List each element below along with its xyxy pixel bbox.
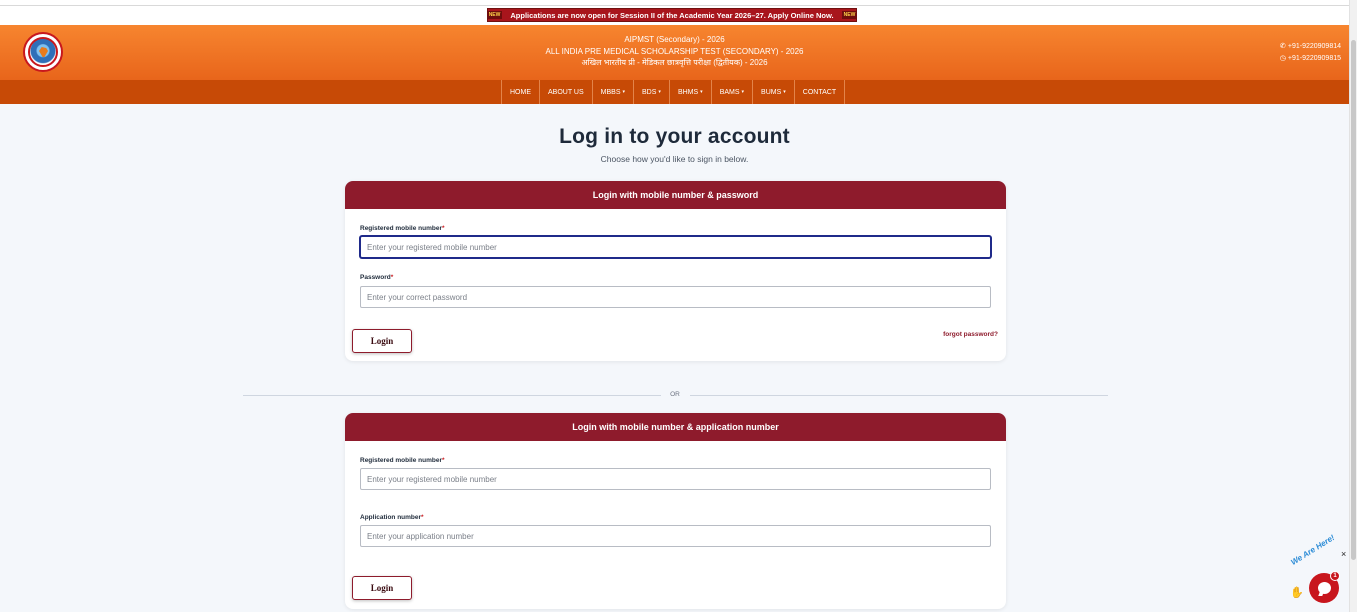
phone-contact[interactable]: ✆ +91-9220909814 — [1280, 41, 1341, 53]
nav-item-about-us[interactable]: ABOUT US — [539, 80, 592, 104]
application-number-input[interactable] — [360, 525, 991, 547]
nav-item-label: BAMS — [719, 88, 740, 96]
nav-item-bds[interactable]: BDS ▾ — [633, 80, 669, 104]
mobile-label: Registered mobile number* — [360, 225, 445, 232]
nav-item-contact[interactable]: CONTACT — [793, 80, 846, 104]
chat-notification-badge: 1 — [1330, 571, 1340, 581]
chevron-down-icon: ▾ — [658, 89, 661, 95]
nav-item-label: ABOUT US — [548, 88, 584, 96]
nav-menu: HOME ABOUT US MBBS ▾ BDS ▾ BHMS ▾ BAMS ▾ BUMS ▾ CONT… — [501, 80, 846, 104]
nav-item-mbbs[interactable]: MBBS ▾ — [591, 80, 633, 104]
chat-ribbon-text[interactable]: We Are Here! — [1289, 533, 1336, 567]
whatsapp-icon: ◷ — [1279, 55, 1286, 62]
header-title-block: AIPMST (Secondary) - 2026 ALL INDIA PRE … — [0, 34, 1349, 69]
mobile-number-input[interactable] — [360, 236, 991, 258]
app-mobile-label: Registered mobile number* — [360, 457, 445, 464]
or-divider-text: OR — [670, 391, 680, 398]
site-header: AIPMST (Secondary) - 2026 ALL INDIA PRE … — [0, 25, 1349, 80]
nav-item-label: BDS — [642, 88, 657, 96]
nav-item-label: MBBS — [600, 88, 621, 96]
page-title: Log in to your account — [559, 125, 790, 148]
nav-item-home[interactable]: HOME — [501, 80, 539, 104]
nav-item-bams[interactable]: BAMS ▾ — [710, 80, 752, 104]
phone-number: +91-9220909814 — [1287, 43, 1341, 50]
nav-item-label: BUMS — [761, 88, 782, 96]
nav-item-label: BHMS — [677, 88, 699, 96]
whatsapp-contact[interactable]: ◷ +91-9220909815 — [1280, 53, 1341, 65]
chevron-down-icon: ▾ — [783, 89, 786, 95]
announcement-ticker[interactable]: NEW Applications are now open for Sessio… — [486, 8, 858, 22]
app-mobile-number-input[interactable] — [360, 468, 991, 490]
password-login-card: Login with mobile number & password Regi… — [345, 181, 1006, 361]
application-login-button[interactable]: Login — [352, 576, 412, 600]
chat-bubble-icon — [1317, 582, 1331, 594]
announcement-text[interactable]: Applications are now open for Session II… — [510, 11, 833, 20]
waving-hand-icon: ✋ — [1290, 587, 1304, 599]
chevron-down-icon: ▾ — [741, 89, 745, 95]
whatsapp-number: +91-9220909815 — [1287, 55, 1341, 62]
password-input[interactable] — [360, 286, 991, 308]
divider-right — [690, 395, 1108, 396]
application-number-label: Application number* — [360, 514, 424, 521]
password-label: Password* — [360, 274, 394, 281]
chevron-down-icon: ▾ — [700, 89, 703, 95]
header-title-line1: AIPMST (Secondary) - 2026 — [624, 35, 725, 44]
nav-item-bhms[interactable]: BHMS ▾ — [668, 80, 711, 104]
phone-icon: ✆ — [1279, 43, 1286, 50]
page-scrollbar[interactable] — [1349, 0, 1357, 612]
nav-item-bums[interactable]: BUMS ▾ — [752, 80, 794, 104]
nav-item-label: HOME — [510, 88, 531, 96]
new-badge-right: NEW — [841, 11, 858, 19]
password-login-card-heading: Login with mobile number & password — [345, 181, 1006, 209]
header-contact: ✆ +91-9220909814 ◷ +91-9220909815 — [1280, 41, 1341, 65]
header-title-line3: अखिल भारतीय प्री - मेडिकल छात्रवृत्ति पर… — [581, 58, 768, 67]
chat-close-icon[interactable]: × — [1341, 549, 1346, 559]
application-login-card: Login with mobile number & application n… — [345, 413, 1006, 609]
password-login-button[interactable]: Login — [352, 329, 412, 353]
forgot-password-link[interactable]: forgot password? — [943, 331, 998, 338]
main-navbar: HOME ABOUT US MBBS ▾ BDS ▾ BHMS ▾ BAMS ▾ BUMS ▾ CONT… — [0, 80, 1349, 104]
new-badge-left: NEW — [486, 11, 503, 19]
nav-item-label: CONTACT — [802, 88, 837, 96]
scrollbar-thumb[interactable] — [1351, 40, 1356, 560]
announcement-bar: NEW Applications are now open for Sessio… — [0, 6, 1349, 25]
application-login-card-heading: Login with mobile number & application n… — [345, 413, 1006, 441]
chevron-down-icon: ▾ — [622, 89, 626, 95]
divider-left — [243, 395, 661, 396]
header-title-line2: ALL INDIA PRE MEDICAL SCHOLARSHIP TEST (… — [545, 46, 804, 56]
page-subtitle: Choose how you'd like to sign in below. — [600, 154, 749, 164]
